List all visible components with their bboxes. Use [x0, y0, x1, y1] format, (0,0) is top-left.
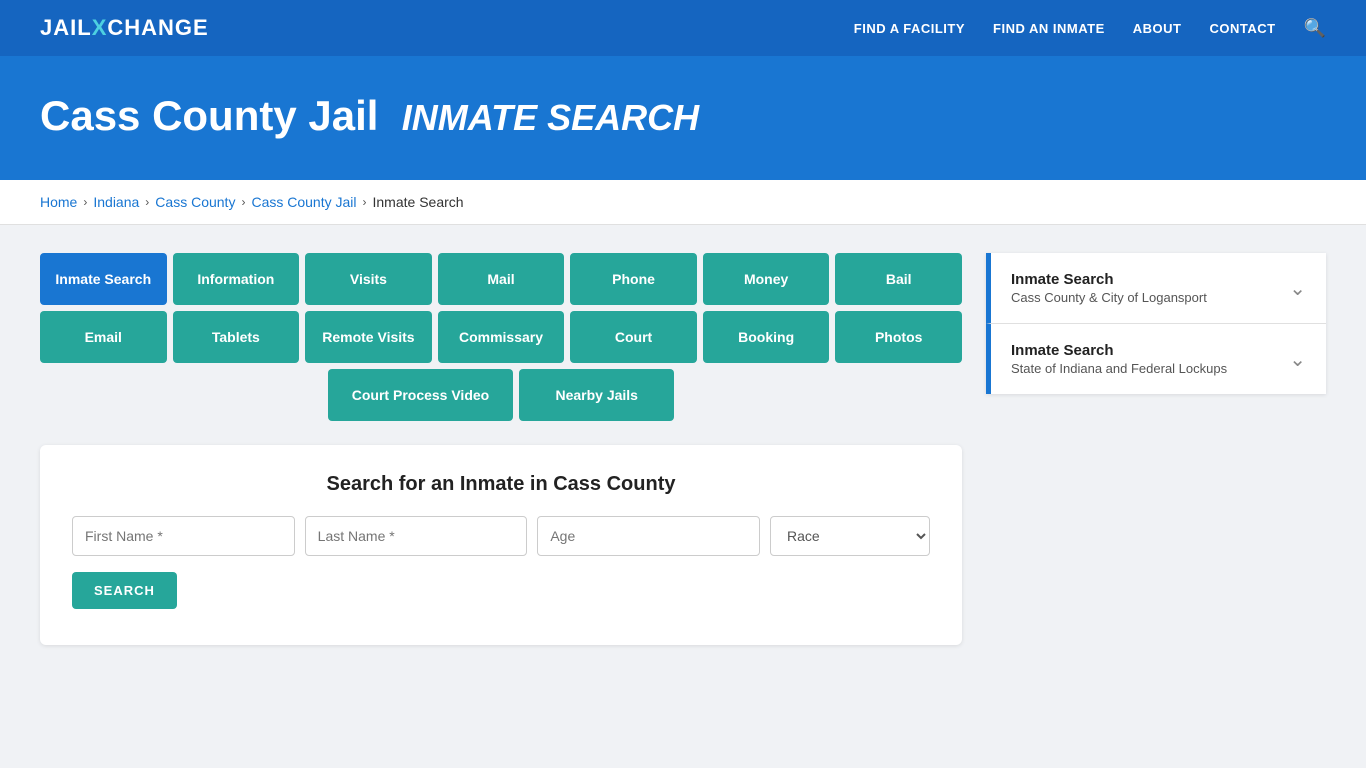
- last-name-input[interactable]: [305, 516, 528, 556]
- logo-x-text: X: [92, 15, 108, 41]
- site-logo[interactable]: JAILXCHANGE: [40, 15, 209, 41]
- race-select[interactable]: Race White Black Hispanic Asian Other: [770, 516, 930, 556]
- search-title: Search for an Inmate in Cass County: [72, 473, 930, 496]
- tab-inmate-search[interactable]: Inmate Search: [40, 253, 167, 305]
- sidebar-item-state-title: Inmate Search: [1011, 342, 1227, 359]
- tab-tablets[interactable]: Tablets: [173, 311, 300, 363]
- search-fields: Race White Black Hispanic Asian Other: [72, 516, 930, 556]
- tab-information[interactable]: Information: [173, 253, 300, 305]
- nav-about[interactable]: ABOUT: [1133, 21, 1182, 36]
- breadcrumb-sep-1: ›: [83, 195, 87, 209]
- header-search-button[interactable]: 🔍: [1304, 18, 1326, 39]
- breadcrumb-sep-2: ›: [145, 195, 149, 209]
- tab-email[interactable]: Email: [40, 311, 167, 363]
- hero-banner: Cass County Jail INMATE SEARCH: [0, 56, 1366, 180]
- tab-nearby-jails[interactable]: Nearby Jails: [519, 369, 674, 421]
- breadcrumb-bar: Home › Indiana › Cass County › Cass Coun…: [0, 180, 1366, 225]
- search-button[interactable]: SEARCH: [72, 572, 177, 609]
- breadcrumb-home[interactable]: Home: [40, 194, 77, 210]
- page-title-main: Cass County Jail: [40, 92, 378, 139]
- breadcrumb-cass-county[interactable]: Cass County: [155, 194, 235, 210]
- first-name-input[interactable]: [72, 516, 295, 556]
- sidebar-item-state-subtitle: State of Indiana and Federal Lockups: [1011, 361, 1227, 376]
- tab-remote-visits[interactable]: Remote Visits: [305, 311, 432, 363]
- nav-find-facility[interactable]: FIND A FACILITY: [854, 21, 965, 36]
- sidebar-card: Inmate Search Cass County & City of Loga…: [986, 253, 1326, 394]
- tab-court-process-video[interactable]: Court Process Video: [328, 369, 513, 421]
- breadcrumb-indiana[interactable]: Indiana: [93, 194, 139, 210]
- tab-booking[interactable]: Booking: [703, 311, 830, 363]
- left-column: Inmate Search Information Visits Mail Ph…: [40, 253, 962, 645]
- tab-photos[interactable]: Photos: [835, 311, 962, 363]
- tabs-row1: Inmate Search Information Visits Mail Ph…: [40, 253, 962, 305]
- main-nav: FIND A FACILITY FIND AN INMATE ABOUT CON…: [854, 18, 1326, 39]
- tabs-row2: Email Tablets Remote Visits Commissary C…: [40, 311, 962, 363]
- site-header: JAILXCHANGE FIND A FACILITY FIND AN INMA…: [0, 0, 1366, 56]
- nav-find-inmate[interactable]: FIND AN INMATE: [993, 21, 1105, 36]
- tab-phone[interactable]: Phone: [570, 253, 697, 305]
- tab-commissary[interactable]: Commissary: [438, 311, 565, 363]
- sidebar-item-local[interactable]: Inmate Search Cass County & City of Loga…: [986, 253, 1326, 324]
- right-column: Inmate Search Cass County & City of Loga…: [986, 253, 1326, 394]
- sidebar-item-local-text: Inmate Search Cass County & City of Loga…: [1011, 271, 1207, 305]
- tabs-row3: Court Process Video Nearby Jails: [40, 369, 962, 421]
- sidebar-item-local-title: Inmate Search: [1011, 271, 1207, 288]
- chevron-down-icon: ⌄: [1289, 276, 1306, 301]
- breadcrumb-jail[interactable]: Cass County Jail: [251, 194, 356, 210]
- breadcrumb-sep-3: ›: [241, 195, 245, 209]
- logo-jail-text: JAIL: [40, 15, 92, 41]
- chevron-down-icon-2: ⌄: [1289, 347, 1306, 372]
- breadcrumb: Home › Indiana › Cass County › Cass Coun…: [40, 194, 1326, 210]
- page-title-italic: INMATE SEARCH: [402, 97, 699, 138]
- sidebar-item-local-subtitle: Cass County & City of Logansport: [1011, 290, 1207, 305]
- sidebar-item-state-text: Inmate Search State of Indiana and Feder…: [1011, 342, 1227, 376]
- logo-exchange-text: CHANGE: [107, 15, 208, 41]
- tab-visits[interactable]: Visits: [305, 253, 432, 305]
- tab-court[interactable]: Court: [570, 311, 697, 363]
- search-card: Search for an Inmate in Cass County Race…: [40, 445, 962, 645]
- tab-bail[interactable]: Bail: [835, 253, 962, 305]
- tab-mail[interactable]: Mail: [438, 253, 565, 305]
- age-input[interactable]: [537, 516, 760, 556]
- page-title: Cass County Jail INMATE SEARCH: [40, 92, 1326, 140]
- breadcrumb-current: Inmate Search: [373, 194, 464, 210]
- tab-money[interactable]: Money: [703, 253, 830, 305]
- sidebar-item-state[interactable]: Inmate Search State of Indiana and Feder…: [986, 324, 1326, 394]
- main-content: Inmate Search Information Visits Mail Ph…: [0, 225, 1366, 673]
- breadcrumb-sep-4: ›: [363, 195, 367, 209]
- nav-contact[interactable]: CONTACT: [1209, 21, 1275, 36]
